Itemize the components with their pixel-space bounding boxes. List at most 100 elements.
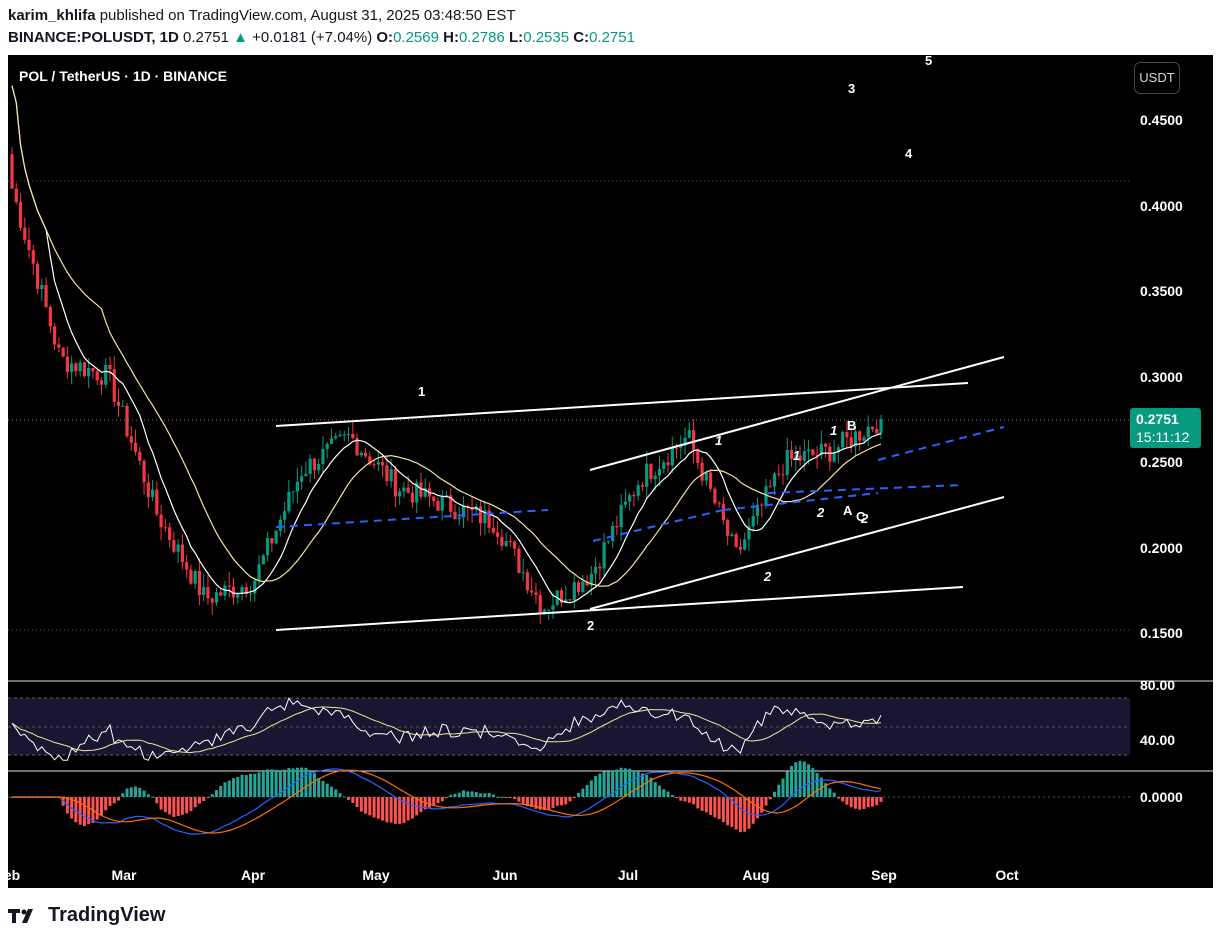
tradingview-logo[interactable]: TradingView	[8, 904, 165, 927]
macd-hist-bar	[547, 797, 551, 810]
candle-body	[636, 485, 640, 496]
candle-body	[61, 347, 65, 357]
candle-body	[193, 570, 197, 584]
candle-body	[227, 585, 231, 587]
time-tick: Jul	[617, 867, 639, 883]
wave-label: 5	[925, 55, 932, 68]
candle-body	[691, 430, 696, 450]
macd-hist-bar	[508, 797, 512, 798]
macd-hist-bar	[632, 770, 636, 797]
candle-body	[398, 491, 402, 497]
macd-hist-bar	[521, 797, 525, 804]
chart-area[interactable]: 12121212345ABC POL / TetherUS · 1D · BIN…	[4, 55, 1213, 888]
ma-slow-line	[11, 85, 882, 587]
macd-hist-bar	[321, 780, 325, 797]
candle-body	[150, 489, 155, 498]
candle-body	[513, 541, 517, 549]
macd-hist-bar	[675, 797, 679, 798]
macd-hist-bar	[568, 797, 572, 802]
candle-body	[274, 530, 278, 544]
macd-hist-bar	[866, 797, 870, 808]
candle-body	[806, 449, 811, 452]
candle-body	[811, 449, 815, 456]
grid-layer	[8, 180, 1213, 798]
candle-body	[206, 587, 210, 599]
dashed-trendline	[767, 484, 964, 494]
macd-hist-bar	[121, 793, 125, 797]
candle-body	[436, 500, 440, 511]
macd-hist-bar	[372, 797, 376, 818]
candle-body	[381, 462, 385, 466]
candle-body	[236, 593, 240, 598]
candle-body	[176, 544, 180, 552]
macd-hist-bar	[223, 782, 227, 797]
author-name[interactable]: karim_khlifa	[8, 7, 96, 24]
candle-body	[172, 539, 176, 552]
macd-hist-bar	[146, 794, 150, 797]
candle-body	[410, 492, 415, 503]
macd-hist-bar	[845, 797, 849, 805]
macd-hist-bar	[210, 794, 214, 797]
macd-hist-bar	[232, 778, 236, 797]
candle-body	[180, 544, 184, 563]
candle-body	[832, 452, 836, 462]
candle-body	[547, 609, 551, 611]
macd-hist-bar	[244, 775, 248, 797]
candle-body	[283, 511, 287, 520]
tv-logo-icon	[8, 908, 33, 923]
candle-body	[628, 495, 632, 502]
candle-body	[219, 592, 223, 596]
low-label: L:	[509, 29, 524, 46]
macd-hist-bar	[560, 797, 564, 806]
candle-body	[270, 538, 274, 544]
candle-body	[670, 447, 674, 466]
macd-hist-bar	[513, 797, 517, 800]
candle-body	[197, 570, 202, 595]
candle-body	[530, 590, 534, 593]
badge-countdown: 15:11:12	[1136, 429, 1190, 445]
candle-body	[619, 504, 623, 528]
currency-button[interactable]: USDT	[1134, 62, 1180, 94]
candle-body	[291, 491, 295, 493]
macd-hist-bar	[312, 773, 316, 797]
price-tick: 0.4000	[1140, 197, 1183, 214]
candle-body	[317, 463, 321, 471]
macd-hist-bar	[257, 772, 261, 797]
macd-hist-bar	[577, 792, 581, 797]
macd-hist-bar	[483, 793, 487, 797]
candle-body	[457, 517, 461, 520]
candle-body	[674, 447, 679, 449]
macd-hist-bar	[172, 797, 176, 817]
candle-body	[325, 443, 329, 450]
time-tick: Jun	[492, 867, 518, 883]
macd-hist-bar	[82, 797, 86, 826]
time-tick: Aug	[742, 867, 770, 883]
macd-hist-bar	[347, 797, 351, 800]
macd-hist-bar	[125, 788, 129, 797]
time-tick: Sep	[871, 867, 897, 883]
candle-body	[18, 202, 23, 228]
candle-body	[265, 538, 270, 556]
macd-hist-bar	[176, 797, 180, 817]
candle-body	[841, 432, 845, 448]
macd-hist-bar	[790, 766, 794, 797]
macd-hist-bar	[500, 796, 504, 798]
publish-info: karim_khlifa published on TradingView.co…	[8, 7, 516, 24]
macd-hist-bar	[151, 796, 155, 798]
price-change: +0.0181 (+7.04%)	[252, 29, 373, 46]
macd-hist-bar	[581, 788, 585, 797]
open-value: 0.2569	[393, 29, 439, 46]
macd-hist-bar	[189, 797, 193, 812]
candle-body	[287, 491, 291, 512]
wave-labels-layer: 12121212345ABC	[418, 55, 932, 633]
candle-body	[99, 380, 104, 385]
wave-label: A	[843, 503, 853, 518]
candle-body	[52, 326, 57, 345]
chart-canvas[interactable]: 12121212345ABC	[8, 55, 1213, 888]
trendline	[275, 586, 964, 631]
candle-body	[581, 581, 585, 593]
candle-body	[168, 527, 172, 540]
macd-hist-bar	[445, 797, 448, 798]
macd-hist-bar	[193, 797, 197, 808]
candle-body	[214, 592, 219, 603]
